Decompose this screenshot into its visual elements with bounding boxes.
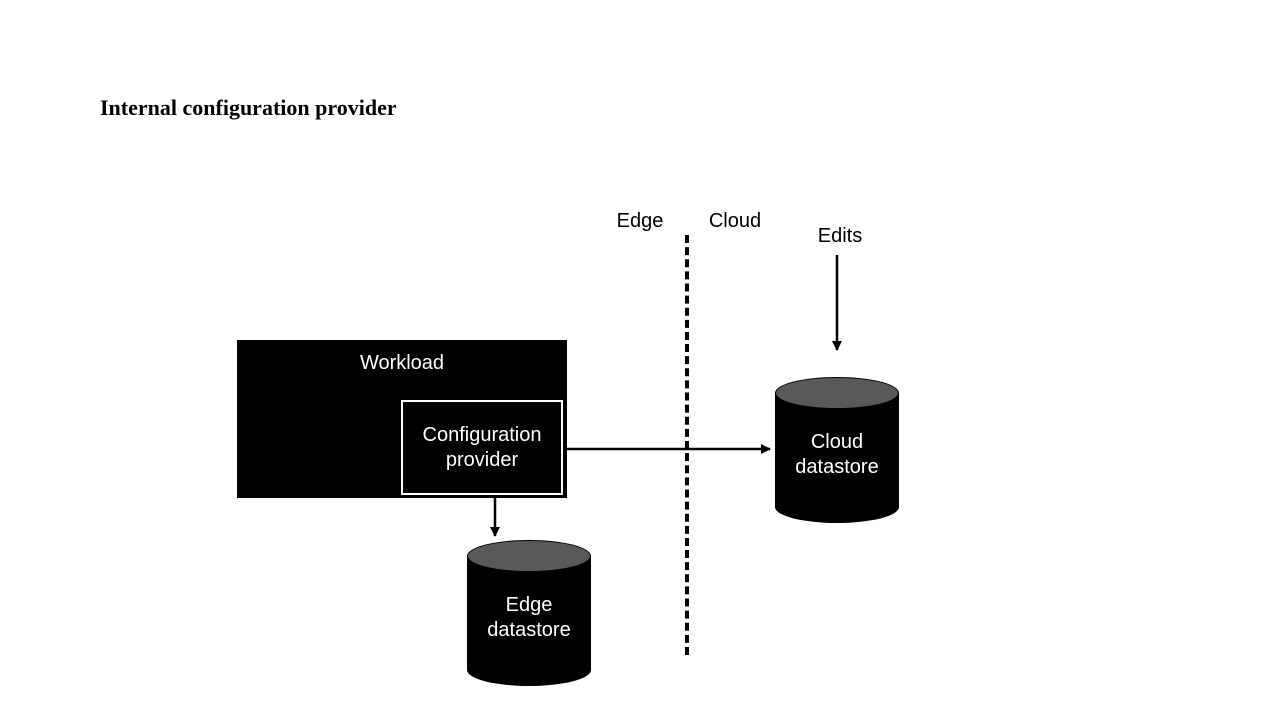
diagram-canvas: Internal configuration provider Edge Clo… — [0, 0, 1280, 720]
diagram-title: Internal configuration provider — [100, 95, 397, 121]
workload-title: Workload — [237, 352, 567, 375]
cloud-region-label: Cloud — [700, 210, 770, 233]
edge-region-label: Edge — [605, 210, 675, 233]
cloud-datastore-cylinder-icon: Cloud datastore — [775, 377, 899, 523]
edits-label: Edits — [810, 225, 870, 248]
edge-datastore-label: Edge datastore — [467, 593, 591, 643]
configuration-provider-box: Configuration provider — [401, 400, 563, 495]
cloud-datastore-label: Cloud datastore — [775, 430, 899, 480]
edge-cloud-divider — [685, 235, 689, 655]
configuration-provider-label: Configuration provider — [423, 423, 542, 473]
edge-datastore-cylinder-icon: Edge datastore — [467, 540, 591, 686]
